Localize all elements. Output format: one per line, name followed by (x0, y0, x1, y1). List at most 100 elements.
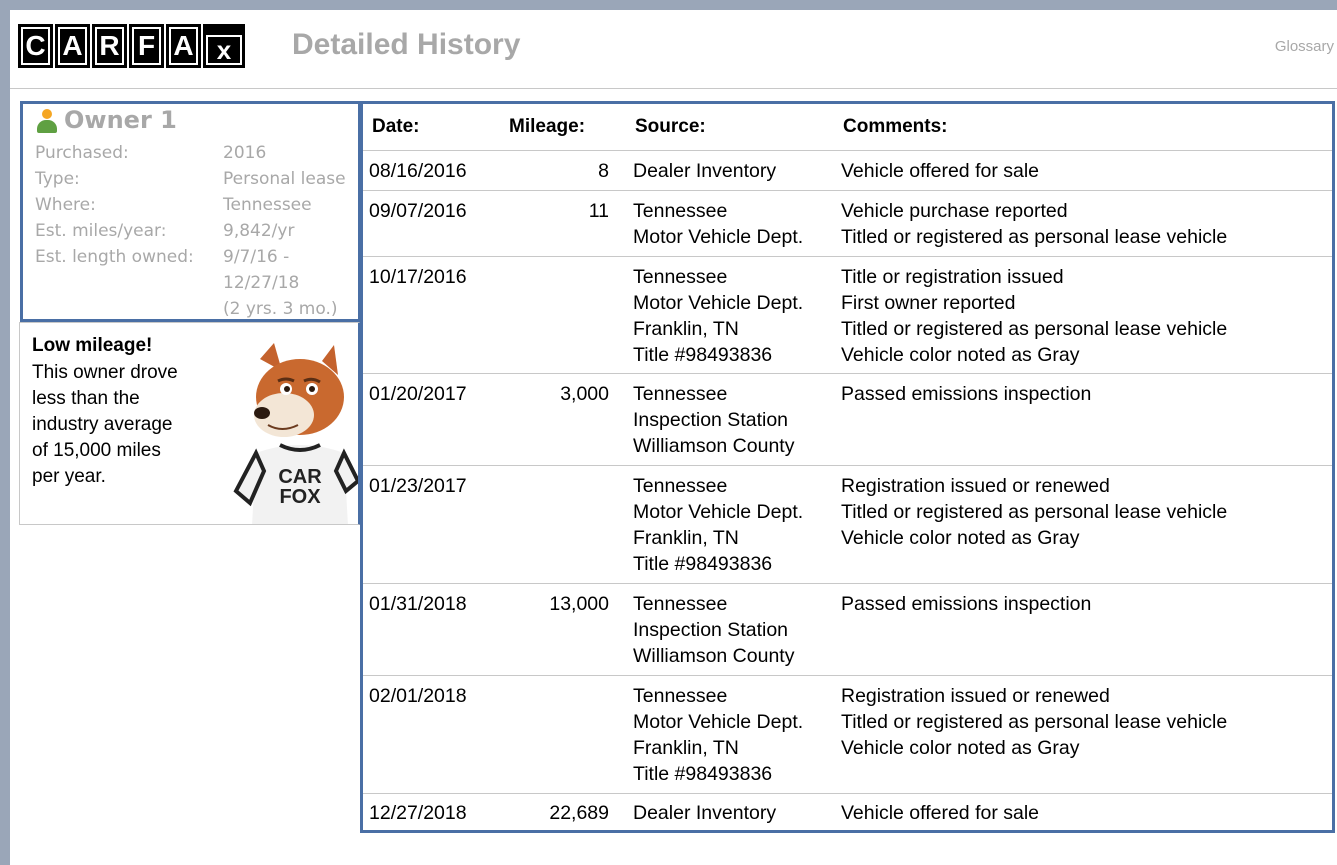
history-header-row: Date: Mileage: Source: Comments: (363, 104, 1332, 151)
logo-tile: A (166, 24, 201, 68)
fact-label: Purchased: (35, 143, 129, 163)
glossary-link[interactable]: Glossary (1275, 38, 1334, 55)
owner-title: Owner 1 (64, 106, 177, 134)
cell-mileage (497, 683, 609, 793)
source-line: Tennessee (633, 685, 728, 707)
fact-value: 2016 (223, 143, 267, 163)
source-line: Dealer Inventory (633, 160, 777, 182)
cell-date: 12/27/2018 (369, 802, 467, 824)
cell-comments: Vehicle offered for sale (841, 158, 1332, 190)
callout-line: industry average (32, 414, 173, 435)
comment-line: Titled or registered as personal lease v… (841, 501, 1228, 523)
low-mileage-callout: Low mileage! This owner drove less than … (19, 322, 361, 525)
source-line: Franklin, TN (633, 318, 739, 340)
owner-facts: Purchased: 2016 Type: Personal lease Whe… (35, 140, 355, 322)
fact-value: Personal lease (223, 169, 346, 189)
fact-label: Where: (35, 195, 96, 215)
column-header-source: Source: (635, 116, 706, 137)
logo-letter: F (132, 27, 161, 65)
cell-mileage (497, 473, 609, 583)
fact-length-owned: Est. length owned: 9/7/16 - 12/27/18 (2 … (35, 244, 355, 322)
fact-label: Est. miles/year: (35, 221, 167, 241)
source-line: Motor Vehicle Dept. (633, 226, 804, 248)
fact-label: Type: (35, 169, 80, 189)
comment-line: Titled or registered as personal lease v… (841, 318, 1228, 340)
fact-value-line: 9/7/16 - (223, 247, 290, 267)
comment-line: Vehicle color noted as Gray (841, 737, 1080, 759)
source-line: Tennessee (633, 593, 728, 615)
table-row: 02/01/2018 Tennessee Motor Vehicle Dept.… (363, 676, 1332, 794)
cell-source: Tennessee Motor Vehicle Dept. Franklin, … (609, 683, 841, 793)
cell-date: 10/17/2016 (369, 266, 467, 288)
callout-heading: Low mileage! (32, 335, 153, 356)
comment-line: Vehicle color noted as Gray (841, 527, 1080, 549)
cell-source: Tennessee Motor Vehicle Dept. (609, 198, 841, 256)
source-line: Inspection Station (633, 409, 789, 431)
carfox-mascot-icon: CAR FOX (233, 343, 358, 524)
table-row: 12/27/2018 22,689 Dealer Inventory Vehic… (363, 794, 1332, 832)
table-row: 01/20/2017 3,000 Tennessee Inspection St… (363, 374, 1332, 466)
cell-date: 01/20/2017 (369, 383, 467, 405)
window-frame-left (0, 0, 10, 865)
source-line: Franklin, TN (633, 737, 739, 759)
fox-shirt-text: FOX (279, 486, 321, 508)
logo-tile: R (92, 24, 127, 68)
cell-mileage: 8 (598, 160, 609, 182)
source-line: Title #98493836 (633, 553, 773, 575)
logo-tile: A (55, 24, 90, 68)
comment-line: Vehicle offered for sale (841, 160, 1040, 182)
cell-mileage: 22,689 (549, 802, 609, 824)
table-row: 10/17/2016 Tennessee Motor Vehicle Dept.… (363, 257, 1332, 374)
callout-line: per year. (32, 466, 106, 487)
fact-value-line: 12/27/18 (223, 273, 300, 293)
table-row: 08/16/2016 8 Dealer Inventory Vehicle of… (363, 151, 1332, 191)
cell-mileage: 11 (588, 200, 609, 222)
comment-line: Titled or registered as personal lease v… (841, 711, 1228, 733)
cell-date: 01/23/2017 (369, 475, 467, 497)
logo-letter: A (58, 27, 87, 65)
cell-mileage: 13,000 (549, 593, 609, 615)
cell-source: Dealer Inventory (609, 800, 841, 832)
comment-line: Titled or registered as personal lease v… (841, 226, 1228, 248)
source-line: Williamson County (633, 435, 795, 457)
header-divider (10, 88, 1337, 89)
source-line: Franklin, TN (633, 527, 739, 549)
logo-tile: F (129, 24, 164, 68)
fact-value: 9,842/yr (223, 221, 295, 241)
fact-value: 9/7/16 - 12/27/18 (2 yrs. 3 mo.) (223, 244, 355, 322)
fact-label: Est. length owned: (35, 247, 194, 267)
carfax-logo: C A R F A x (18, 24, 245, 68)
source-line: Dealer Inventory (633, 802, 777, 824)
history-table: Date: Mileage: Source: Comments: 08/16/2… (360, 101, 1335, 833)
cell-comments: Registration issued or renewed Titled or… (841, 473, 1332, 583)
comment-line: Registration issued or renewed (841, 685, 1110, 707)
cell-comments: Passed emissions inspection (841, 381, 1332, 465)
comment-line: Vehicle color noted as Gray (841, 344, 1080, 366)
fact-where: Where: Tennessee (35, 192, 355, 218)
table-row: 01/31/2018 13,000 Tennessee Inspection S… (363, 584, 1332, 676)
source-line: Tennessee (633, 200, 728, 222)
cell-date: 08/16/2016 (369, 160, 467, 182)
callout-line: less than the (32, 388, 140, 409)
cell-comments: Registration issued or renewed Titled or… (841, 683, 1332, 793)
table-row: 09/07/2016 11 Tennessee Motor Vehicle De… (363, 191, 1332, 257)
logo-x-tile: x (203, 24, 245, 68)
cell-date: 09/07/2016 (369, 200, 467, 222)
fact-miles-per-year: Est. miles/year: 9,842/yr (35, 218, 355, 244)
cell-comments: Vehicle offered for sale (841, 800, 1332, 832)
comment-line: Vehicle offered for sale (841, 802, 1040, 824)
person-icon (36, 106, 58, 134)
source-line: Williamson County (633, 645, 795, 667)
source-line: Motor Vehicle Dept. (633, 711, 804, 733)
window-frame-top (0, 0, 1337, 10)
comment-line: Passed emissions inspection (841, 593, 1092, 615)
comment-line: Vehicle purchase reported (841, 200, 1068, 222)
cell-source: Tennessee Motor Vehicle Dept. Franklin, … (609, 264, 841, 373)
logo-letter: A (169, 27, 198, 65)
comment-line: Registration issued or renewed (841, 475, 1110, 497)
logo-letter: C (21, 27, 50, 65)
comment-line: Passed emissions inspection (841, 383, 1092, 405)
fact-purchased: Purchased: 2016 (35, 140, 355, 166)
comment-line: First owner reported (841, 292, 1016, 314)
cell-comments: Vehicle purchase reported Titled or regi… (841, 198, 1332, 256)
